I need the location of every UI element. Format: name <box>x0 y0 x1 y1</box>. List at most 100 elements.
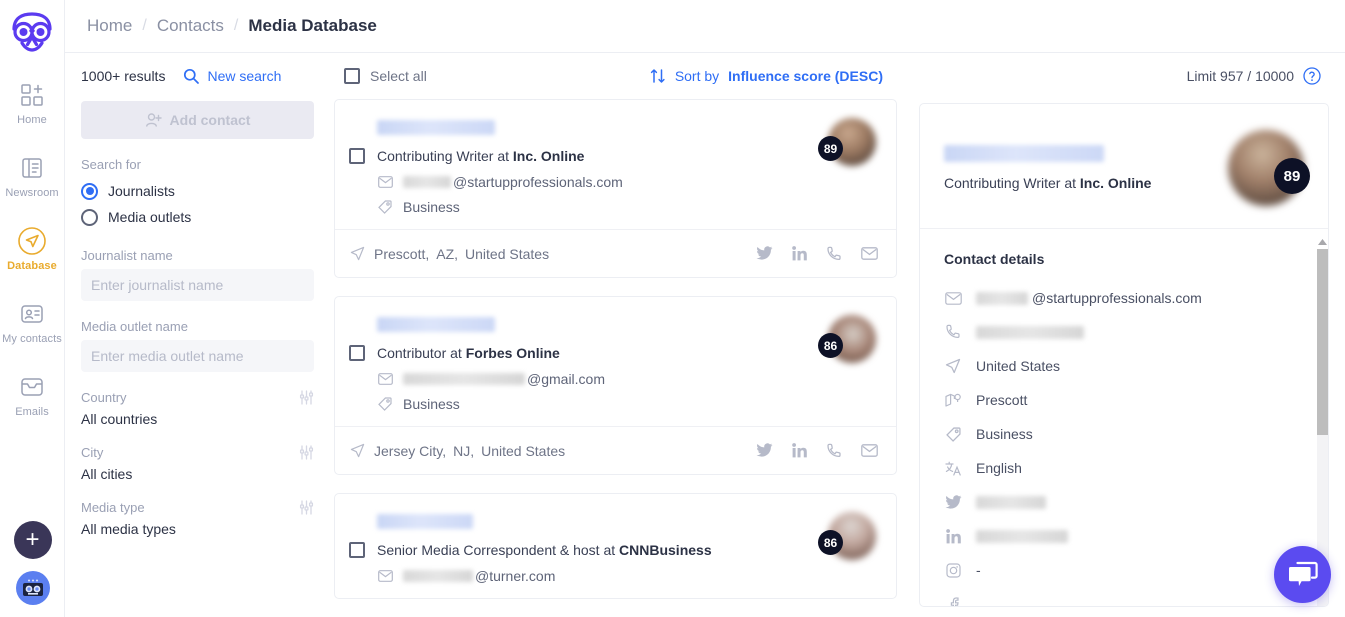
breadcrumb-item-home[interactable]: Home <box>87 16 132 36</box>
envelope-icon <box>377 570 393 582</box>
filters-header: 1000+ results New search <box>81 53 314 99</box>
media-outlet-name-input[interactable] <box>81 340 314 372</box>
result-card[interactable]: Senior Media Correspondent & host at CNN… <box>334 493 897 599</box>
contact-details-title: Contact details <box>944 251 1045 267</box>
language-value: English <box>976 460 1022 476</box>
contact-card-icon <box>17 299 47 329</box>
sliders-icon[interactable] <box>299 500 314 515</box>
new-search-button[interactable]: New search <box>183 68 281 84</box>
radio-journalists[interactable]: Journalists <box>81 178 314 204</box>
twitter-icon[interactable] <box>756 246 773 261</box>
linkedin-icon[interactable] <box>792 246 807 261</box>
title-prefix: Contributing Writer at <box>944 175 1077 191</box>
add-contact-button[interactable]: Add contact <box>81 101 314 139</box>
envelope-icon <box>944 291 962 305</box>
detail-influence-score-badge: 89 <box>1274 158 1310 194</box>
sidebar-item-database[interactable]: Database <box>0 216 65 279</box>
owl-logo[interactable] <box>8 8 56 56</box>
translate-icon <box>944 461 962 476</box>
sliders-icon[interactable] <box>299 390 314 405</box>
email-row: @turner.com <box>377 568 878 584</box>
title-prefix: Contributor at <box>377 345 462 361</box>
detail-header: Contributing Writer at Inc. Online 89 <box>920 104 1328 228</box>
sort-by-control[interactable]: Sort by Influence score (DESC) <box>650 68 883 84</box>
sort-arrows-icon <box>650 68 666 84</box>
beat-row: Business <box>377 199 878 215</box>
filter-group-city: City All cities <box>81 445 314 482</box>
radio-indicator <box>81 208 98 226</box>
detail-row-linkedin <box>944 519 1304 553</box>
facebook-icon <box>944 596 962 606</box>
add-new-button[interactable] <box>13 521 52 559</box>
sliders-icon[interactable] <box>299 445 314 460</box>
journalist-name-redacted <box>377 120 495 135</box>
results-header: Select all Sort by Influence score (DESC… <box>330 53 901 99</box>
filter-value[interactable]: All countries <box>81 411 314 427</box>
tag-icon <box>377 200 393 214</box>
email-local-redacted <box>403 373 525 385</box>
influence-score-badge: 86 <box>818 530 843 555</box>
email-row: @gmail.com <box>377 371 878 387</box>
location-arrow-icon <box>349 246 365 261</box>
filter-value[interactable]: All media types <box>81 521 314 537</box>
sidebar-item-my-contacts[interactable]: My contacts <box>0 289 65 352</box>
card-actions <box>756 443 878 459</box>
phone-redacted <box>976 325 1084 339</box>
sidebar-item-newsroom[interactable]: Newsroom <box>0 143 65 206</box>
twitter-icon[interactable] <box>756 443 773 458</box>
sidebar-item-home[interactable]: Home <box>0 70 65 133</box>
avatar: 86 <box>818 512 878 562</box>
email-domain: @startupprofessionals.com <box>453 174 623 190</box>
email-row: @startupprofessionals.com <box>377 174 878 190</box>
beat-label: Business <box>403 396 460 412</box>
detail-body: Contact details @startupprofessionals.co… <box>920 228 1328 606</box>
location-arrow-icon <box>349 443 365 458</box>
top-bar: Home / Contacts / Media Database <box>65 0 1345 53</box>
filter-value[interactable]: All cities <box>81 466 314 482</box>
result-card[interactable]: Contributor at Forbes Online @gmail.com … <box>334 296 897 475</box>
radio-label: Media outlets <box>108 209 192 225</box>
sidebar-bottom-group <box>0 521 65 605</box>
sort-prefix: Sort by <box>674 68 720 84</box>
scroll-up-arrow[interactable] <box>1317 237 1328 247</box>
email-domain: @startupprofessionals.com <box>1032 290 1202 306</box>
result-checkbox[interactable] <box>349 148 365 164</box>
envelope-icon[interactable] <box>861 247 878 260</box>
journalist-name-input[interactable] <box>81 269 314 301</box>
scrollbar-thumb[interactable] <box>1317 249 1328 435</box>
breadcrumb-item-contacts[interactable]: Contacts <box>157 16 224 36</box>
email-local-redacted <box>403 176 451 188</box>
detail-row-facebook-partial <box>944 587 1304 606</box>
limit-indicator: Limit 957 / 10000 <box>1187 67 1321 85</box>
result-card[interactable]: Contributing Writer at Inc. Online @star… <box>334 99 897 278</box>
beat-row: Business <box>377 396 878 412</box>
result-checkbox[interactable] <box>349 542 365 558</box>
detail-row-language: English <box>944 451 1304 485</box>
radio-media-outlets[interactable]: Media outlets <box>81 204 314 230</box>
sidebar-item-emails[interactable]: Emails <box>0 362 65 425</box>
limit-label: Limit 957 / 10000 <box>1186 68 1294 84</box>
outlet-name: Inc. Online <box>1079 175 1152 191</box>
breadcrumb-separator: / <box>233 17 239 34</box>
detail-title: Contributing Writer at Inc. Online <box>944 175 1228 191</box>
phone-icon[interactable] <box>826 246 842 262</box>
radio-label: Journalists <box>108 183 175 199</box>
detail-row-instagram: - <box>944 553 1304 587</box>
chat-bubble-icon <box>1288 561 1318 589</box>
location-row: Jersey City, NJ, United States <box>349 443 565 459</box>
phone-icon[interactable] <box>826 443 842 459</box>
detail-row-twitter <box>944 485 1304 519</box>
select-all-checkbox[interactable]: Select all <box>344 68 427 84</box>
sidebar-item-label: Newsroom <box>5 187 59 199</box>
question-mark-icon[interactable] <box>1303 67 1321 85</box>
content-body: 1000+ results New search Add contact Sea… <box>65 53 1345 617</box>
linkedin-icon[interactable] <box>792 443 807 458</box>
envelope-icon[interactable] <box>861 444 878 457</box>
breadcrumb-item-media-database: Media Database <box>248 16 377 35</box>
result-checkbox[interactable] <box>349 345 365 361</box>
user-avatar[interactable] <box>15 571 50 605</box>
chat-widget-button[interactable] <box>1274 546 1331 603</box>
city-value: Prescott <box>976 392 1028 408</box>
media-outlet-name-label: Media outlet name <box>81 319 188 334</box>
search-icon <box>183 68 200 84</box>
